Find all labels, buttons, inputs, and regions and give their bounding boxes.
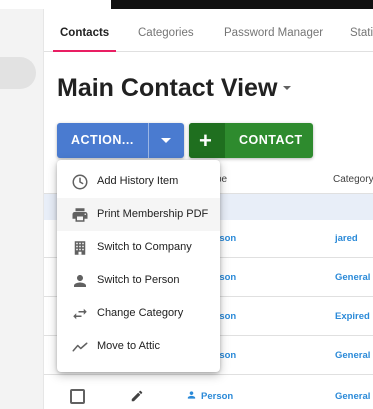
swap-arrows-icon [73, 308, 87, 320]
menu-item-label: Change Category [97, 307, 184, 319]
menu-item-label: Add History Item [97, 175, 179, 187]
menu-item-label: Switch to Company [97, 241, 192, 253]
left-sidebar [0, 9, 44, 409]
action-button-label[interactable]: ACTION... [71, 123, 134, 158]
tab-statistics[interactable]: Stati [350, 9, 373, 52]
person-icon [74, 275, 86, 287]
top-dark-bar [111, 0, 373, 9]
add-contact-label: CONTACT [239, 133, 303, 147]
top-window-strip [0, 0, 373, 9]
menu-item-add-history[interactable]: Add History Item [57, 165, 220, 198]
menu-item-print-membership[interactable]: Print Membership PDF [57, 198, 220, 231]
tab-bar: Contacts Categories Password Manager Sta… [44, 9, 373, 52]
tab-password-manager[interactable]: Password Manager [224, 9, 323, 52]
menu-item-label: Switch to Person [97, 274, 180, 286]
printer-icon [72, 208, 88, 222]
action-dropdown-caret-icon[interactable] [161, 138, 171, 143]
menu-item-change-category[interactable]: Change Category [57, 297, 220, 330]
action-dropdown-menu: Add History Item Print Membership PDF Sw… [57, 160, 220, 372]
person-icon [187, 391, 196, 399]
action-split-button[interactable]: ACTION... [57, 123, 184, 158]
menu-item-switch-person[interactable]: Switch to Person [57, 264, 220, 297]
column-header-category[interactable]: Category [333, 174, 373, 185]
menu-item-label: Print Membership PDF [97, 208, 209, 220]
tab-contacts[interactable]: Contacts [52, 9, 117, 52]
plus-icon: + [199, 128, 212, 153]
add-contact-button[interactable]: + CONTACT [189, 123, 313, 158]
attic-icon [72, 342, 88, 352]
row-name-link[interactable]: Person [201, 378, 233, 409]
building-icon [74, 241, 86, 255]
tab-categories[interactable]: Categories [138, 9, 194, 52]
row-select-checkbox[interactable] [70, 389, 85, 404]
menu-item-move-to-attic[interactable]: Move to Attic [57, 330, 220, 363]
edit-pencil-icon[interactable] [130, 389, 144, 403]
row-category-link[interactable]: General [335, 378, 370, 409]
row-category-link[interactable]: jared [335, 220, 358, 258]
menu-item-label: Move to Attic [97, 340, 160, 352]
sidebar-selected-item[interactable] [0, 57, 36, 89]
title-dropdown-caret-icon[interactable] [283, 86, 291, 90]
row-category-link[interactable]: Expired l [335, 298, 373, 336]
action-button-divider [148, 123, 149, 158]
menu-item-switch-company[interactable]: Switch to Company [57, 231, 220, 264]
row-category-link[interactable]: General [335, 259, 370, 297]
page-title: Main Contact View [57, 74, 278, 102]
row-category-link[interactable]: General [335, 337, 370, 375]
table-row[interactable]: Person General [44, 378, 373, 409]
history-clock-icon [72, 174, 88, 190]
